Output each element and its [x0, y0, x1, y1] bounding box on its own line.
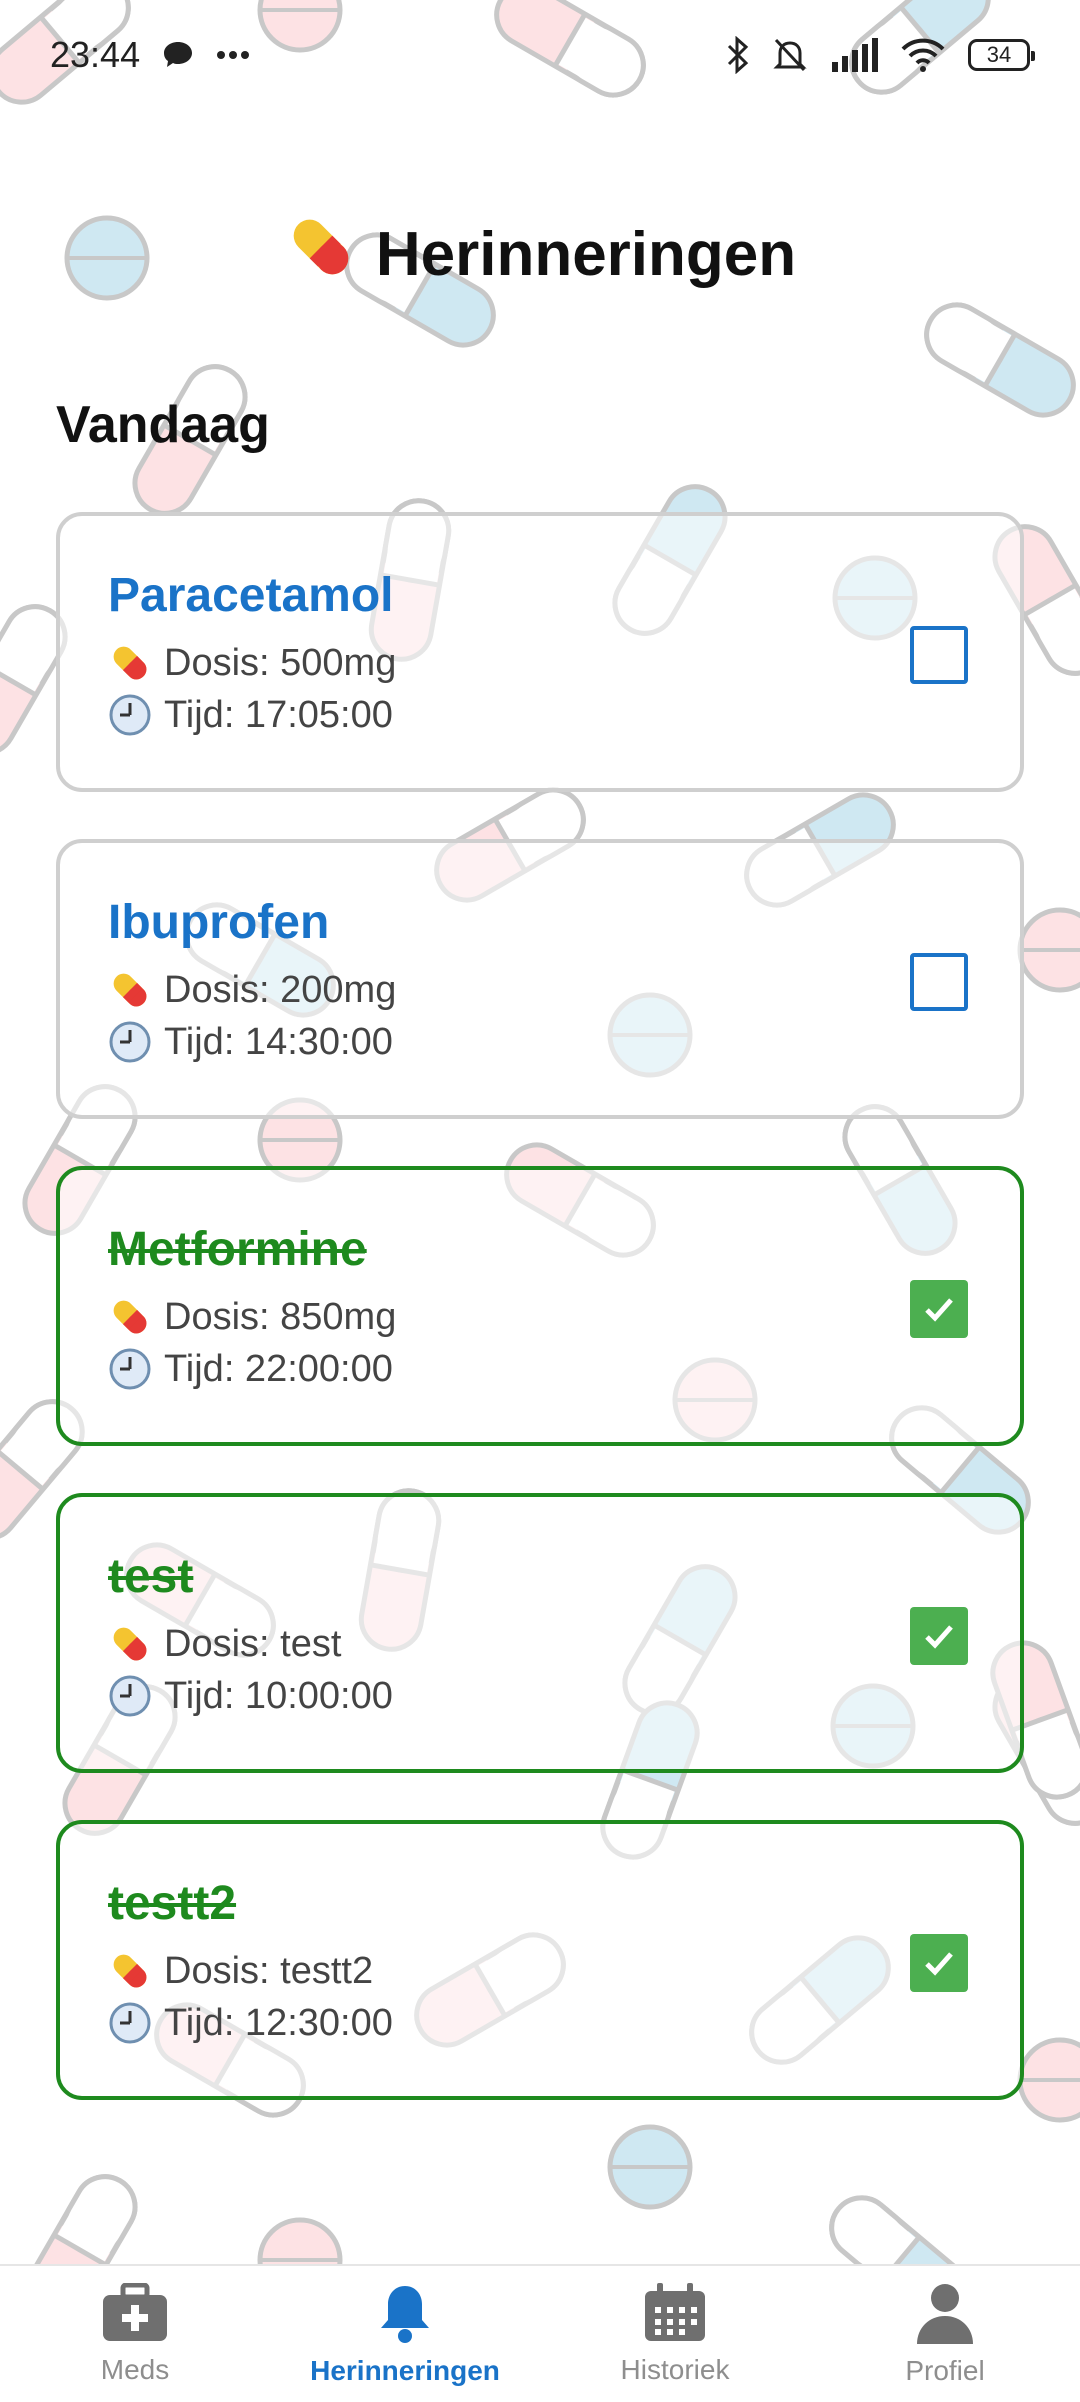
medication-name: testt2 [108, 1877, 237, 1930]
reminder-card: Metformine Dosis: 850mg Tijd: 22:00:00 [56, 1166, 1024, 1446]
tab-label: Historiek [620, 2353, 730, 2385]
time-text: Tijd: 17:05:00 [164, 693, 393, 736]
tab-historiek[interactable]: Historiek [540, 2266, 810, 2402]
clock-time: 23:44 [50, 34, 141, 75]
taken-checkbox-checked[interactable] [910, 1934, 968, 1992]
tab-meds[interactable]: Meds [0, 2266, 270, 2402]
time-text: Tijd: 22:00:00 [164, 1347, 393, 1390]
clock-icon [108, 693, 152, 737]
page-title-text: Herinneringen [375, 220, 797, 289]
dose-row: Dosis: testt2 [108, 1945, 1020, 1997]
more-dots-icon [216, 50, 250, 60]
dose-text: Dosis: 500mg [164, 641, 397, 684]
taken-checkbox-checked[interactable] [910, 1607, 968, 1665]
reminder-card: test Dosis: test Tijd: 10:00:00 [56, 1493, 1024, 1773]
reminder-card: testt2 Dosis: testt2 Tijd: 12:30:00 [56, 1820, 1024, 2100]
battery-indicator: 34 [968, 39, 1035, 71]
medication-name: Ibuprofen [108, 896, 330, 949]
medkit-icon [101, 2282, 169, 2348]
pill-icon [108, 968, 152, 1012]
clock-icon [108, 1347, 152, 1391]
tab-label: Profiel [905, 2354, 985, 2386]
tab-label: Herinneringen [310, 2354, 500, 2386]
pill-icon [108, 1622, 152, 1666]
taken-checkbox-checked[interactable] [910, 1280, 968, 1338]
reminder-list: Paracetamol Dosis: 500mg Tijd: 17:05:00 Ibu… [56, 512, 1024, 2147]
reminder-card: Paracetamol Dosis: 500mg Tijd: 17:05:00 [56, 512, 1024, 792]
tab-profiel[interactable]: Profiel [810, 2266, 1080, 2402]
signal-icon [830, 38, 878, 72]
taken-checkbox[interactable] [910, 953, 968, 1011]
clock-icon [108, 1020, 152, 1064]
status-bar: 23:44 34 [0, 0, 1080, 110]
pill-icon [108, 1949, 152, 1993]
tab-label: Meds [100, 2353, 170, 2385]
time-row: Tijd: 14:30:00 [108, 1016, 1020, 1068]
dose-text: Dosis: 200mg [164, 968, 397, 1011]
pill-icon [284, 210, 358, 299]
tab-herinneringen[interactable]: Herinneringen [270, 2266, 540, 2402]
time-text: Tijd: 12:30:00 [164, 2001, 393, 2044]
bluetooth-icon [726, 36, 750, 74]
time-text: Tijd: 14:30:00 [164, 1020, 393, 1063]
bell-icon [375, 2282, 435, 2349]
dose-row: Dosis: 500mg [108, 637, 1020, 689]
medication-name: test [108, 1550, 194, 1603]
bell-off-icon [772, 36, 808, 74]
calendar-icon [643, 2282, 707, 2348]
chat-bubble-icon [162, 40, 194, 70]
time-row: Tijd: 22:00:00 [108, 1343, 1020, 1395]
clock-icon [108, 1674, 152, 1718]
person-icon [915, 2282, 975, 2349]
dose-text: Dosis: test [164, 1622, 342, 1665]
clock-icon [108, 2001, 152, 2045]
medication-name: Metformine [108, 1223, 367, 1276]
time-row: Tijd: 17:05:00 [108, 689, 1020, 741]
time-text: Tijd: 10:00:00 [164, 1674, 393, 1717]
dose-row: Dosis: 200mg [108, 964, 1020, 1016]
medication-name: Paracetamol [108, 569, 394, 622]
wifi-icon [900, 37, 946, 73]
dose-row: Dosis: 850mg [108, 1291, 1020, 1343]
taken-checkbox[interactable] [910, 626, 968, 684]
dose-text: Dosis: 850mg [164, 1295, 397, 1338]
time-row: Tijd: 10:00:00 [108, 1670, 1020, 1722]
time-row: Tijd: 12:30:00 [108, 1997, 1020, 2049]
bottom-tab-bar: Meds Herinneringen Historiek Profiel [0, 2264, 1080, 2402]
section-title-today: Vandaag [56, 396, 270, 454]
dose-row: Dosis: test [108, 1618, 1020, 1670]
pill-icon [108, 641, 152, 685]
page-title: Herinneringen [0, 210, 1080, 299]
reminder-card: Ibuprofen Dosis: 200mg Tijd: 14:30:00 [56, 839, 1024, 1119]
pill-icon [108, 1295, 152, 1339]
dose-text: Dosis: testt2 [164, 1949, 374, 1992]
